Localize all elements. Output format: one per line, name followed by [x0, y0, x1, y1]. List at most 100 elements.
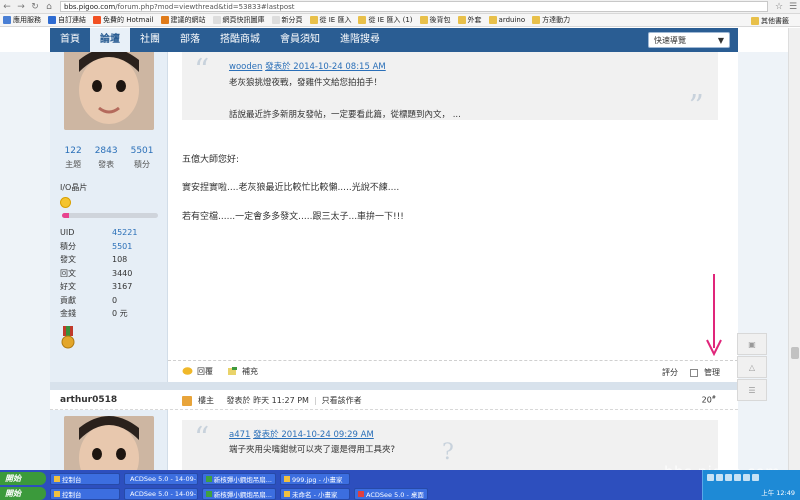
stat-points[interactable]: 5501 積分 — [131, 146, 154, 170]
start-button[interactable]: 開始 — [0, 487, 46, 500]
smiley-icon — [60, 197, 71, 208]
bookmark-item[interactable]: 方達動力 — [532, 15, 570, 25]
url-host: bbs.pigoo.com — [64, 2, 116, 11]
info-row-uid: UID 45221 — [60, 228, 138, 238]
tray-icon[interactable] — [716, 474, 723, 481]
folder-icon — [751, 17, 759, 25]
scroll-thumb[interactable] — [791, 347, 799, 359]
rank-progress-fill — [62, 213, 69, 218]
bookmark-item[interactable]: 後背包 — [419, 15, 451, 25]
tab-blog[interactable]: 部落 — [170, 28, 210, 52]
floor-number[interactable]: 20# — [702, 395, 716, 405]
tab-advanced-search[interactable]: 進階搜尋 — [330, 28, 390, 52]
quote-author-link[interactable]: wooden — [229, 62, 262, 72]
tray-icons — [707, 474, 761, 481]
taskbar-item[interactable]: 控制台 — [50, 472, 120, 485]
tray-icon[interactable] — [725, 474, 732, 481]
tray-icon[interactable] — [734, 474, 741, 481]
reply-button[interactable]: 回覆 — [182, 366, 213, 377]
taskbar-item[interactable]: ACDSee 5.0 - 14-09-15 — [124, 472, 198, 485]
info-row-points: 積分 5501 — [60, 241, 133, 251]
quote-close-icon: ” — [688, 89, 704, 124]
tab-forum[interactable]: 論壇 — [90, 28, 130, 52]
user-info-table: UID 45221 積分 5501 發文 108 回文 3440 好文 3167 貢獻 0 … — [60, 226, 160, 321]
avatar[interactable] — [64, 416, 154, 470]
quick-nav-dropdown[interactable]: 快速導覽 ▼ — [648, 32, 730, 48]
menu-icon[interactable]: ☰ — [786, 0, 800, 14]
post-meta: 樓主 發表於 昨天 11:27 PM | 只看該作者 — [182, 395, 362, 406]
rank-progress-bar — [62, 213, 158, 218]
manage-checkbox[interactable] — [690, 368, 698, 377]
start-button[interactable]: 開始 — [0, 472, 46, 485]
window-icon — [54, 475, 60, 482]
taskbar-item[interactable]: 控制台 — [50, 487, 120, 500]
taskbar-item[interactable]: ACDSee 5.0 - 14-09-15 — [124, 487, 198, 500]
avatar[interactable] — [64, 52, 154, 130]
post-header: arthur0518 樓主 發表於 昨天 11:27 PM | 只看該作者 20… — [50, 390, 738, 410]
taskbar-item[interactable]: ACDSee 5.0 - 桌面 — [354, 487, 428, 500]
address-input[interactable]: bbs.pigoo.com/forum.php?mod=viewthread&t… — [60, 1, 768, 12]
stat-topics[interactable]: 122 主題 — [65, 146, 82, 170]
bookmark-item[interactable]: 外套 — [457, 15, 482, 25]
bookmark-item[interactable]: 應用服務 — [3, 15, 41, 25]
bookmarks-bar: 應用服務 自訂連結 免費的 Hotmail 建議的網站 網頁快訊圖庫 新分頁 從… — [0, 14, 800, 27]
star-icon[interactable]: ☆ — [772, 0, 786, 14]
bookmark-item[interactable]: 從 IE 匯入 (1) — [358, 15, 413, 25]
bookmark-item[interactable]: 網頁快訊圖庫 — [212, 15, 265, 25]
bookmark-item[interactable]: arduino — [488, 16, 525, 24]
post-author-name[interactable]: arthur0518 — [60, 395, 117, 405]
taskbar-item[interactable]: 999.jpg - 小畫家 — [280, 472, 350, 485]
quote-line: 話說最近許多新朋友發帖，一定要看此篇，從標題到內文， ... — [229, 110, 461, 120]
post-divider — [50, 382, 738, 390]
forum-nav: 首頁 論壇 社團 部落 搭酷商城 會員須知 進階搜尋 快速導覽 ▼ — [50, 28, 738, 52]
tab-home[interactable]: 首頁 — [50, 28, 90, 52]
info-row-money: 金錢 0 元 — [60, 309, 128, 319]
thread-content: 122 主題 2843 發表 5501 積分 I/O晶片 UID 45221 積分 550… — [50, 52, 738, 470]
back-icon[interactable]: ← — [0, 0, 14, 14]
rate-link[interactable]: 評分 — [662, 367, 678, 378]
quote-block: “ wooden 發表於 2014-10-24 08:15 AM 老灰狼挑燈夜戰… — [182, 52, 718, 124]
only-author-link[interactable]: 只看該作者 — [322, 395, 362, 406]
tray-icon[interactable] — [743, 474, 750, 481]
bookmark-item[interactable]: 免費的 Hotmail — [93, 15, 154, 25]
tab-shop[interactable]: 搭酷商城 — [210, 28, 270, 52]
page-margin-left — [0, 52, 50, 470]
medal-icon[interactable] — [61, 326, 75, 350]
user-rank-title: I/O晶片 — [60, 183, 88, 192]
quote-time: 發表於 2014-10-24 08:15 AM — [265, 62, 386, 72]
forward-icon[interactable]: → — [14, 0, 28, 14]
bookmark-item[interactable]: 建議的網站 — [160, 15, 206, 25]
post-author-panel — [50, 410, 168, 470]
quick-nav-label: 快速導覽 — [654, 35, 686, 45]
bookmark-item[interactable]: 從 IE 匯入 — [309, 15, 351, 25]
bookmark-item[interactable]: 自訂連結 — [48, 15, 86, 25]
taskbar-row: 開始 控制台 ACDSee 5.0 - 14-09-15 新核彈小鋼炮吊扇...… — [0, 471, 800, 486]
bookmark-icon — [48, 16, 56, 24]
reload-icon[interactable]: ↻ — [28, 0, 42, 14]
supplement-button[interactable]: 補充 — [227, 366, 258, 377]
scroll-top-tool[interactable]: △ — [737, 356, 767, 378]
edit-icon — [228, 367, 237, 375]
tab-clubs[interactable]: 社團 — [130, 28, 170, 52]
post-text-line: 實安捏實啦....老灰狼最近比較忙比較懶.....光說不練.... — [182, 183, 400, 193]
taskbar-item[interactable]: 新核彈小鋼炮吊扇... — [202, 487, 276, 500]
taskbar-item[interactable]: 未命名 - 小畫家 — [280, 487, 350, 500]
tray-icon[interactable] — [752, 474, 759, 481]
stat-posts[interactable]: 2843 發表 — [95, 146, 118, 170]
page-scrollbar[interactable] — [788, 28, 800, 470]
comment-tool[interactable]: ▣ — [737, 333, 767, 355]
bookmark-item[interactable]: 新分頁 — [271, 15, 303, 25]
manage-link[interactable]: 管理 — [704, 367, 720, 378]
home-icon[interactable]: ⌂ — [42, 0, 56, 14]
taskbar-item[interactable]: 新核彈小鋼炮吊扇... — [202, 472, 276, 485]
quote-line: 老灰狼挑燈夜戰，發雞件文給您拍拍手！ — [229, 78, 383, 88]
list-tool[interactable]: ☰ — [737, 379, 767, 401]
meta-separator — [219, 396, 222, 405]
quote-author-link[interactable]: a471 — [229, 430, 250, 440]
other-bookmarks[interactable]: 其他書籤 — [751, 16, 789, 26]
quote-open-icon: “ — [194, 53, 210, 88]
tab-rules[interactable]: 會員須知 — [270, 28, 330, 52]
page-margin-right — [738, 52, 788, 470]
tray-icon[interactable] — [707, 474, 714, 481]
clock[interactable]: 上午 12:49 — [761, 487, 795, 497]
